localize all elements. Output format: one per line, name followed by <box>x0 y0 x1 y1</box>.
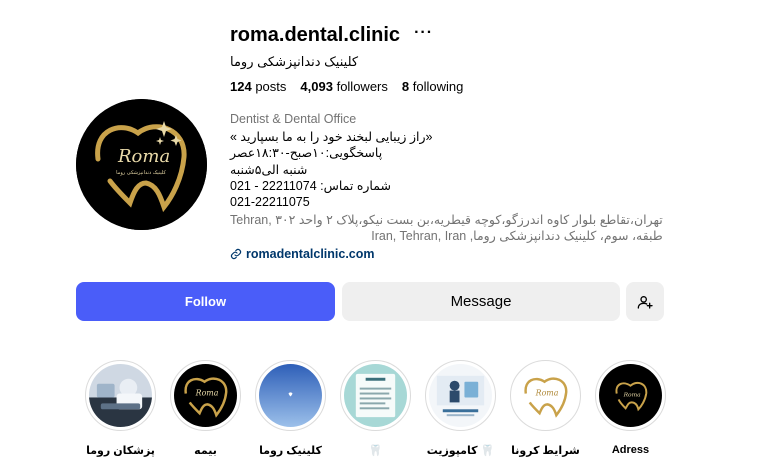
more-options-icon[interactable]: ··· <box>414 24 433 47</box>
address-line: طبقه، سوم، کلینیک دندانپزشکی روما, Iran,… <box>371 229 663 244</box>
posts-stat: 124 posts <box>230 79 286 94</box>
message-button[interactable]: Message <box>342 282 620 321</box>
highlight-item[interactable]: Roma بیمه <box>170 360 241 457</box>
story-highlights: پزشکان روما Roma بیمه کلینیک روما 🦷 کامپ… <box>85 360 666 457</box>
profile-avatar[interactable]: Roma کلینیک دندانپزشکی روما <box>76 99 207 230</box>
follow-button[interactable]: Follow <box>76 282 335 321</box>
svg-text:Roma: Roma <box>195 389 219 398</box>
profile-address: تهران،تقاطع بلوار کاوه اندرزگو،کوچه قیطر… <box>230 212 663 245</box>
highlight-item[interactable]: پزشکان روما <box>85 360 156 457</box>
suggested-accounts-button[interactable] <box>626 282 664 321</box>
posts-count: 124 <box>230 79 252 94</box>
bio-line: 021-22211075 <box>230 195 310 210</box>
svg-text:Roma: Roma <box>623 392 642 398</box>
highlight-ring <box>85 360 156 431</box>
profile-category: Dentist & Dental Office <box>230 112 357 126</box>
highlight-cover-photo <box>89 364 152 427</box>
highlight-ring: Roma <box>170 360 241 431</box>
following-stat[interactable]: 8 following <box>402 79 463 94</box>
highlight-item[interactable]: Roma شرایط کرونا <box>510 360 581 457</box>
bio-line: «راز زیبایی لبخند خود را به ما بسپارید » <box>230 130 433 144</box>
roma-logo: Roma کلینیک دندانپزشکی روما <box>76 99 207 230</box>
highlight-ring: Roma <box>595 360 666 431</box>
followers-count: 4,093 <box>300 79 333 94</box>
website-text: romadentalclinic.com <box>246 247 375 261</box>
avatar-sub-text: کلینیک دندانپزشکی روما <box>116 170 166 176</box>
highlight-ring: Roma <box>510 360 581 431</box>
highlight-label: شرایط کرونا <box>511 445 580 457</box>
highlight-label: بیمه <box>194 445 217 457</box>
profile-stats: 124 posts 4,093 followers 8 following <box>230 79 463 94</box>
highlight-label: پزشکان روما <box>86 445 155 457</box>
highlight-ring <box>425 360 496 431</box>
link-icon <box>230 248 242 260</box>
highlight-item[interactable]: کلینیک روما <box>255 360 326 457</box>
highlight-label: 🦷 <box>368 445 383 457</box>
profile-bio: «راز زیبایی لبخند خود را به ما بسپارید »… <box>230 129 432 210</box>
highlight-label: کلینیک روما <box>259 445 322 457</box>
highlight-cover-gradient <box>259 364 322 427</box>
followers-stat[interactable]: 4,093 followers <box>300 79 387 94</box>
following-count: 8 <box>401 79 410 94</box>
highlight-ring <box>255 360 326 431</box>
followers-label: followers <box>336 79 388 94</box>
bio-line: شماره تماس: 22211074 - 021 <box>230 178 391 193</box>
highlight-label: کامپوزیت 🦷 <box>426 445 495 457</box>
bio-line: شنبه الی۵شنبه <box>230 162 308 177</box>
website-link[interactable]: romadentalclinic.com <box>230 247 375 261</box>
highlight-cover-logo: Roma <box>514 364 577 427</box>
highlight-item[interactable]: Roma Adress <box>595 360 666 457</box>
address-line: تهران،تقاطع بلوار کاوه اندرزگو،کوچه قیطر… <box>230 213 663 227</box>
highlight-item[interactable]: کامپوزیت 🦷 <box>425 360 496 457</box>
highlight-label: Adress <box>611 444 650 456</box>
highlight-cover-logo: Roma <box>174 364 237 427</box>
highlight-cover-card <box>344 364 407 427</box>
highlight-ring <box>340 360 411 431</box>
bio-line: پاسخگویی:۱۰صبح-۱۸:۳۰عصر <box>230 146 383 161</box>
posts-label: posts <box>255 79 287 94</box>
highlight-item[interactable]: 🦷 <box>340 360 411 457</box>
profile-username: roma.dental.clinic <box>230 24 401 46</box>
following-label: following <box>412 79 464 94</box>
highlight-cover-infographic <box>429 364 492 427</box>
profile-full-name: کلینیک دندانپزشکی روما <box>230 54 359 69</box>
add-person-icon <box>637 295 653 309</box>
svg-text:Roma: Roma <box>535 389 559 398</box>
highlight-cover-logo: Roma <box>599 364 662 427</box>
avatar-logo-text: Roma <box>117 146 170 167</box>
